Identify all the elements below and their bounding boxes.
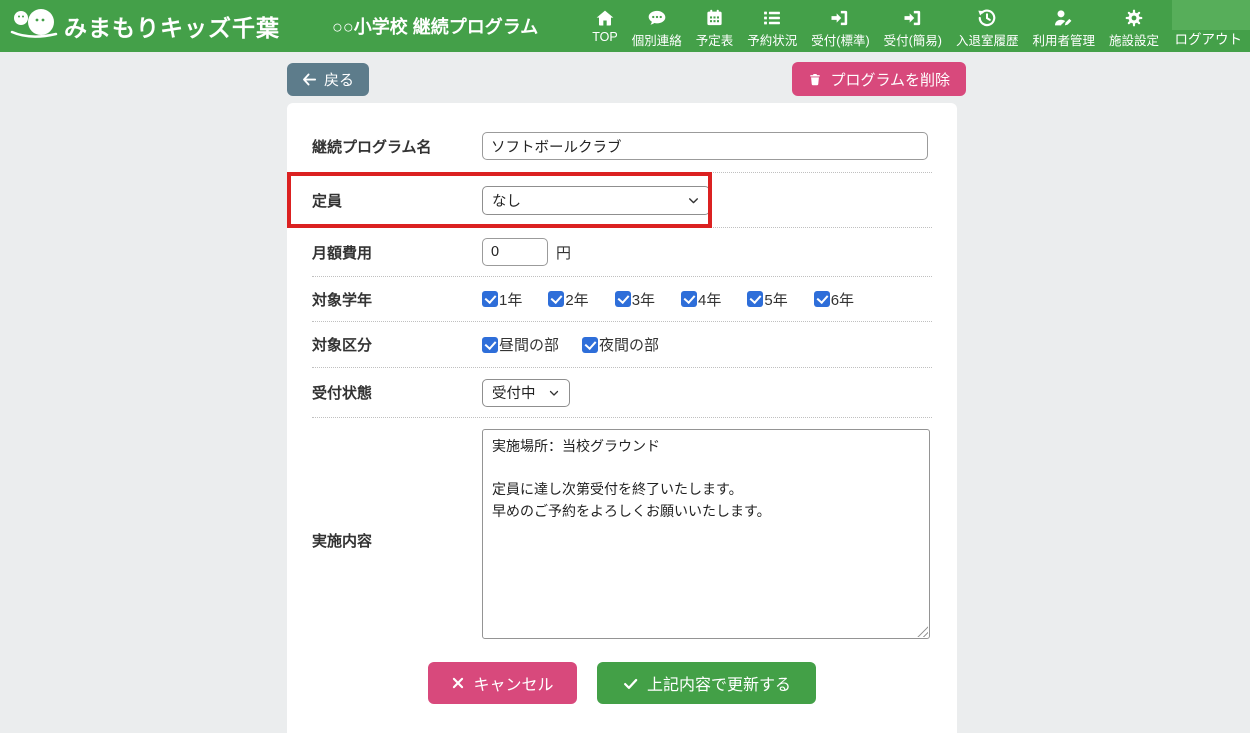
monthly-fee-row: 月額費用 円 [312,228,932,277]
grade-1-checkbox[interactable] [482,291,498,307]
sign-in-icon [903,7,923,28]
calendar-icon [705,7,724,28]
reception-status-label: 受付状態 [312,382,482,403]
target-grades-label: 対象学年 [312,289,482,310]
page-title: ○○小学校 継続プログラム [332,13,538,39]
daytime-checkbox[interactable] [482,337,498,353]
target-division-label: 対象区分 [312,334,482,355]
grade-1-option: 1年 [482,289,522,310]
reception-status-select[interactable]: 受付中 [482,379,570,407]
home-icon [595,7,615,28]
sign-in-icon [830,7,850,28]
grade-3-checkbox[interactable] [615,291,631,307]
grade-2-option: 2年 [548,289,588,310]
history-icon [977,7,997,28]
gear-icon [1124,7,1144,28]
arrow-left-icon [302,72,317,87]
grade-6-option: 6年 [814,289,854,310]
trash-icon [808,72,822,87]
reception-status-row: 受付状態 受付中 [312,368,932,418]
delete-program-button[interactable]: プログラムを削除 [792,62,966,96]
grade-6-checkbox[interactable] [814,291,830,307]
program-name-row: 継続プログラム名 [312,120,932,173]
nighttime-option: 夜間の部 [582,334,659,355]
nav-reservation-status[interactable]: 予約状況 [740,0,804,52]
capacity-selected-value: なし [492,190,521,211]
brand-logo[interactable]: みまもりキッズ千葉 [10,5,280,48]
grade-4-checkbox[interactable] [681,291,697,307]
comment-icon [647,7,667,28]
check-icon [622,676,639,691]
mascot-icon [10,5,60,48]
chevron-down-icon [687,194,700,207]
grade-2-checkbox[interactable] [548,291,564,307]
logout-highlight [1172,0,1250,30]
nav-reception-standard[interactable]: 受付(標準) [804,0,876,52]
nav-schedule[interactable]: 予定表 [689,0,741,52]
program-form-card: 継続プログラム名 定員 なし 月額費用 円 対象学年 1年 2年 3年 [287,103,957,733]
monthly-fee-input[interactable] [482,238,548,266]
nav-entry-exit-history[interactable]: 入退室履歴 [949,0,1026,52]
fee-unit-label: 円 [556,242,571,263]
nav-facility-settings[interactable]: 施設設定 [1102,0,1166,52]
nav-reception-simple[interactable]: 受付(簡易) [877,0,949,52]
monthly-fee-label: 月額費用 [312,242,482,263]
back-button[interactable]: 戻る [287,63,369,96]
grade-5-option: 5年 [747,289,787,310]
logout-button[interactable]: ログアウト [1166,0,1250,52]
logout-label: ログアウト [1175,28,1243,48]
nav-top[interactable]: TOP [585,0,624,52]
main-nav: TOP 個別連絡 予定表 [585,0,1166,52]
grade-5-checkbox[interactable] [747,291,763,307]
target-division-row: 対象区分 昼間の部 夜間の部 [312,322,932,368]
capacity-select[interactable]: なし [482,186,710,215]
program-name-input[interactable] [482,132,928,160]
details-label: 実施内容 [312,530,482,551]
capacity-label: 定員 [312,190,482,211]
x-icon [451,676,465,690]
list-icon [762,7,782,28]
details-row: 実施内容 実施場所：当校グラウンド 定員に達し次第受付を終了いたします。 早めの… [312,418,932,651]
target-grades-row: 対象学年 1年 2年 3年 4年 5年 6年 [312,277,932,322]
nav-individual-contact[interactable]: 個別連絡 [625,0,689,52]
brand-name: みまもりキッズ千葉 [64,9,280,43]
user-edit-icon [1053,7,1074,28]
app-header: みまもりキッズ千葉 ○○小学校 継続プログラム TOP 個別連絡 [0,0,1250,52]
daytime-option: 昼間の部 [482,334,559,355]
grade-4-option: 4年 [681,289,721,310]
form-actions: キャンセル 上記内容で更新する [312,662,932,704]
update-button[interactable]: 上記内容で更新する [597,662,816,704]
chevron-down-icon [548,387,560,399]
grade-3-option: 3年 [615,289,655,310]
nighttime-checkbox[interactable] [582,337,598,353]
nav-user-management[interactable]: 利用者管理 [1025,0,1102,52]
capacity-row: 定員 なし [312,173,932,228]
cancel-button[interactable]: キャンセル [428,662,577,704]
program-name-label: 継続プログラム名 [312,136,482,157]
reception-status-value: 受付中 [492,382,536,403]
details-textarea[interactable]: 実施場所：当校グラウンド 定員に達し次第受付を終了いたします。 早めのご予約をよ… [482,429,930,639]
